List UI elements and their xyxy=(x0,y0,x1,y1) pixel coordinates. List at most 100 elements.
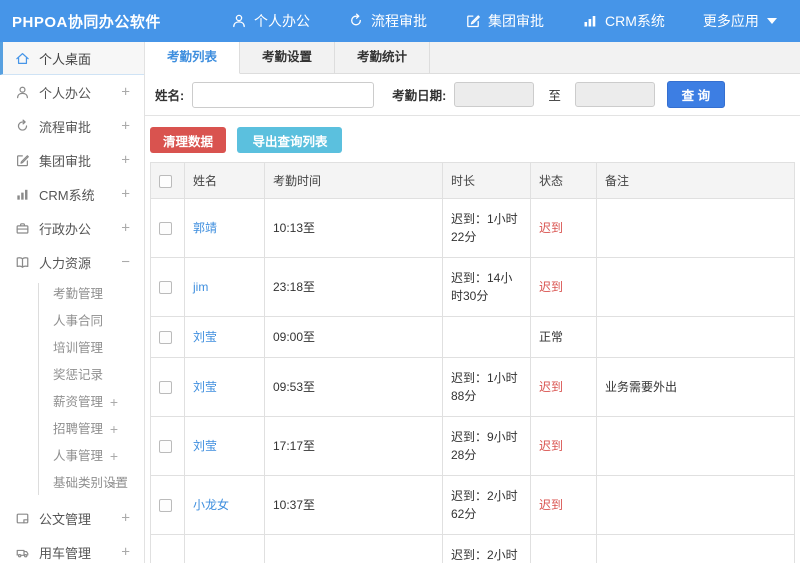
employee-name-link[interactable]: 郭靖 xyxy=(184,198,265,258)
tab-2[interactable]: 考勤设置 xyxy=(240,42,336,73)
sidebar-subitem-1[interactable]: 考勤管理 xyxy=(0,281,144,308)
date-to-separator: 至 xyxy=(548,89,561,103)
expand-toggle-icon[interactable]: + xyxy=(110,443,118,470)
row-select-cell xyxy=(150,416,185,476)
user-icon xyxy=(15,85,39,100)
duration-cell: 迟到：14小时30分 xyxy=(442,257,531,317)
sidebar-subitem-7[interactable]: 人事管理 + xyxy=(0,443,144,470)
employee-name-link[interactable]: 刘莹 xyxy=(184,357,265,417)
expand-toggle-icon[interactable]: + xyxy=(121,118,130,135)
topnav-item-label: 个人办公 xyxy=(254,13,310,29)
column-header: 备注 xyxy=(596,162,795,199)
sidebar-subitem-8[interactable]: 基础类别设置 + xyxy=(0,470,144,497)
row-select-cell xyxy=(150,534,185,563)
chart-icon xyxy=(582,13,605,29)
row-checkbox[interactable] xyxy=(159,381,172,395)
sidebar-item-7[interactable]: 人力资源 − xyxy=(0,245,144,279)
employee-name-link[interactable]: jim xyxy=(184,257,265,317)
expand-toggle-icon[interactable]: + xyxy=(110,416,118,443)
doc-icon xyxy=(15,511,39,526)
sidebar-item-3[interactable]: 流程审批 + xyxy=(0,109,144,143)
date-from-input[interactable] xyxy=(454,82,535,107)
table-row: 刘莹 09:00至 正常 xyxy=(150,316,795,358)
table-row: 郭靖 10:13至 迟到：1小时22分 迟到 xyxy=(150,198,795,258)
employee-name-link[interactable]: 小龙女 xyxy=(184,475,265,535)
expand-toggle-icon[interactable]: + xyxy=(121,544,130,561)
expand-toggle-icon[interactable]: + xyxy=(121,220,130,237)
expand-toggle-icon[interactable]: + xyxy=(121,84,130,101)
table-row: 管理员10:54至10:54迟到：2小时90分 早退：7小时10分迟到/早退11… xyxy=(150,534,795,563)
expand-toggle-icon[interactable]: + xyxy=(121,186,130,203)
chart-icon xyxy=(15,187,39,202)
date-to-input[interactable] xyxy=(574,82,655,107)
sidebar-subitem-label: 培训管理 xyxy=(53,341,104,355)
employee-name-link[interactable]: 管理员 xyxy=(184,534,265,563)
tab-3[interactable]: 考勤统计 xyxy=(335,42,431,73)
note-cell xyxy=(596,257,795,317)
sidebar-item-label: 流程审批 xyxy=(39,119,92,135)
sidebar-subitem-6[interactable]: 招聘管理 + xyxy=(0,416,144,443)
sidebar-item-9[interactable]: 用车管理 + xyxy=(0,535,144,563)
duration-cell: 迟到：9小时28分 xyxy=(442,416,531,476)
status-cell: 迟到 xyxy=(530,475,597,535)
sidebar-subitem-5[interactable]: 薪资管理 + xyxy=(0,389,144,416)
name-input[interactable] xyxy=(192,81,375,108)
topnav-item-5[interactable]: 更多应用 xyxy=(703,11,777,31)
status-cell: 迟到 xyxy=(530,257,597,317)
export-list-button[interactable]: 导出查询列表 xyxy=(237,127,343,153)
row-select-cell xyxy=(150,257,185,317)
topnav-item-2[interactable]: 流程审批 xyxy=(348,11,427,31)
sidebar-item-2[interactable]: 个人办公 + xyxy=(0,75,144,109)
duration-cell: 迟到：2小时90分 早退：7小时10分 xyxy=(442,534,531,563)
tab-1[interactable]: 考勤列表 xyxy=(145,42,241,74)
search-bar: 姓名: 考勤日期: 至 查 询 xyxy=(145,74,800,116)
tab-bar: 考勤列表 考勤设置 考勤统计 xyxy=(145,42,800,74)
row-checkbox[interactable] xyxy=(159,222,172,236)
sidebar-item-4[interactable]: 集团审批 + xyxy=(0,143,144,177)
topnav-item-1[interactable]: 个人办公 xyxy=(231,11,310,31)
main-content: 考勤列表 考勤设置 考勤统计 姓名: 考勤日期: 至 查 询 清理数据 导出查询列表… xyxy=(145,42,800,563)
sidebar-subitem-label: 人事合同 xyxy=(53,314,104,328)
row-checkbox[interactable] xyxy=(159,440,172,454)
expand-toggle-icon[interactable]: + xyxy=(110,470,118,497)
sidebar-item-1[interactable]: 个人桌面 xyxy=(0,42,144,75)
employee-name-link[interactable]: 刘莹 xyxy=(184,416,265,476)
sidebar-item-label: 用车管理 xyxy=(39,545,92,561)
row-checkbox[interactable] xyxy=(159,331,172,345)
sidebar-item-5[interactable]: CRM系统 + xyxy=(0,177,144,211)
sidebar-subitem-2[interactable]: 人事合同 xyxy=(0,308,144,335)
topnav-item-label: 集团审批 xyxy=(488,13,544,29)
sidebar-subitem-4[interactable]: 奖惩记录 xyxy=(0,362,144,389)
attendance-time-cell: 10:54至10:54 xyxy=(264,534,443,563)
top-navigation: 个人办公 流程审批 集团审批 CRM系统 更多应用 xyxy=(231,11,800,31)
edit-icon xyxy=(15,153,39,168)
sidebar-item-6[interactable]: 行政办公 + xyxy=(0,211,144,245)
row-checkbox[interactable] xyxy=(159,281,172,295)
status-cell: 迟到/早退 xyxy=(530,534,597,563)
book-icon xyxy=(15,255,39,270)
table-row: 小龙女 10:37至 迟到：2小时62分 迟到 xyxy=(150,475,795,535)
select-all-checkbox[interactable] xyxy=(159,174,172,188)
date-label: 考勤日期: xyxy=(392,89,447,103)
flow-icon xyxy=(348,13,371,29)
sidebar-subitem-3[interactable]: 培训管理 xyxy=(0,335,144,362)
status-cell: 迟到 xyxy=(530,198,597,258)
expand-toggle-icon[interactable]: + xyxy=(121,152,130,169)
employee-name-link[interactable]: 刘莹 xyxy=(184,316,265,358)
attendance-time-cell: 09:00至 xyxy=(264,316,443,358)
expand-toggle-icon[interactable]: + xyxy=(121,510,130,527)
topnav-item-label: CRM系统 xyxy=(605,13,665,29)
sidebar-item-8[interactable]: 公文管理 + xyxy=(0,501,144,535)
duration-cell: 迟到：1小时88分 xyxy=(442,357,531,417)
topnav-item-3[interactable]: 集团审批 xyxy=(465,11,544,31)
query-button[interactable]: 查 询 xyxy=(666,81,725,108)
note-cell xyxy=(596,416,795,476)
car-icon xyxy=(15,545,39,560)
topnav-item-label: 更多应用 xyxy=(702,13,759,29)
flow-icon xyxy=(15,119,39,134)
clean-data-button[interactable]: 清理数据 xyxy=(150,127,227,153)
expand-toggle-icon[interactable]: + xyxy=(110,389,118,416)
row-checkbox[interactable] xyxy=(159,499,172,513)
expand-toggle-icon[interactable]: − xyxy=(121,254,130,271)
topnav-item-4[interactable]: CRM系统 xyxy=(582,11,665,31)
